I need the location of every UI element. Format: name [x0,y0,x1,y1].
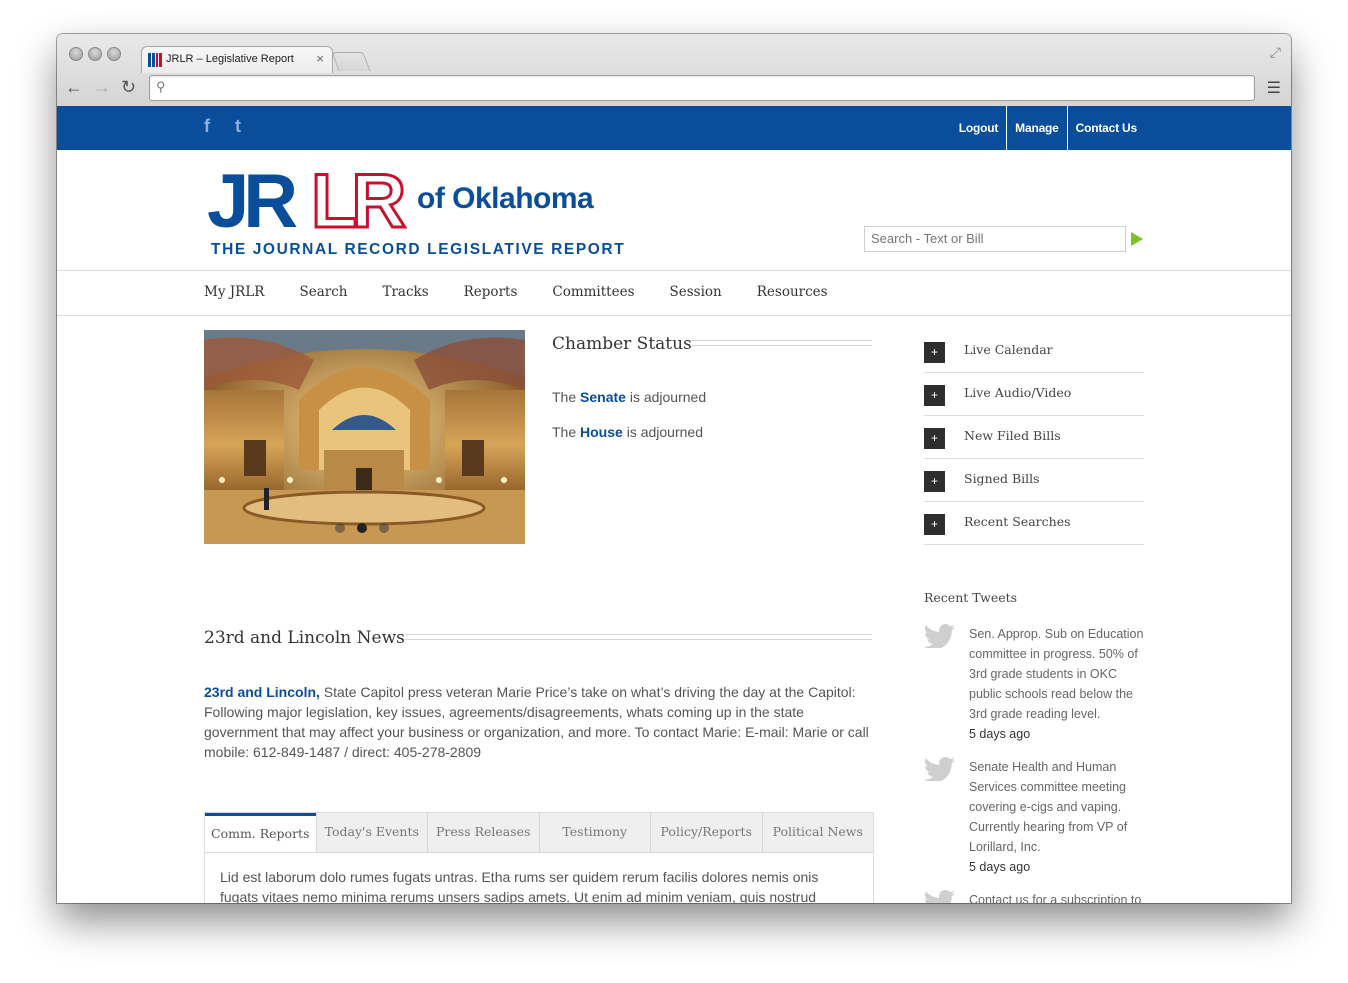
title-rule [690,340,872,346]
tab-row: Comm. Reports Today's Events Press Relea… [205,813,873,853]
sidebar-item-live-audio-video[interactable]: + Live Audio/Video [924,373,1144,416]
nav-tracks[interactable]: Tracks [382,271,428,313]
tab-close-icon[interactable]: × [316,51,324,66]
sidebar-item-label: Live Audio/Video [964,385,1072,400]
zoom-window-button[interactable] [107,47,121,61]
contact-us-link[interactable]: Contact Us [1066,106,1145,150]
site-search [864,226,1126,252]
top-bar: f t Logout Manage Contact Us [57,106,1291,150]
search-input[interactable] [865,227,1117,249]
tab-todays-events[interactable]: Today's Events [315,813,428,852]
slider-dot[interactable] [335,523,345,533]
nav-session[interactable]: Session [670,271,722,313]
page-viewport: f t Logout Manage Contact Us JR LR of Ok… [57,106,1291,903]
house-link[interactable]: House [580,424,623,440]
browser-window: JRLR – Legislative Report × ⤢ ← → ↻ ⚲ ☰ … [57,34,1291,903]
tweet-time[interactable]: 5 days ago [969,860,1030,874]
logo-state: of Oklahoma [417,182,594,215]
manage-link[interactable]: Manage [1006,106,1066,150]
plus-icon[interactable]: + [924,428,945,449]
nav-resources[interactable]: Resources [757,271,828,313]
account-nav: Logout Manage Contact Us [951,106,1145,150]
chamber-status-title: Chamber Status [552,334,692,354]
tab-comm-reports[interactable]: Comm. Reports [205,813,316,852]
slider-dot[interactable] [379,523,389,533]
house-status: The House is adjourned [552,424,703,440]
senate-status: The Senate is adjourned [552,389,707,405]
logo-tagline: THE JOURNAL RECORD LEGISLATIVE REPORT [211,241,626,258]
minimize-window-button[interactable] [88,47,102,61]
news-title: 23rd and Lincoln News [204,628,405,648]
tweet-text: Sen. Approp. Sub on Education committee … [969,627,1144,721]
menu-icon[interactable]: ☰ [1267,78,1281,98]
search-icon: ⚲ [156,79,166,94]
plus-icon[interactable]: + [924,471,945,492]
plus-icon[interactable]: + [924,342,945,363]
sidebar-list: + Live Calendar + Live Audio/Video + New… [924,330,1144,545]
nav-my-jrlr[interactable]: My JRLR [204,271,264,313]
sidebar-item-label: Signed Bills [964,471,1040,486]
plus-icon[interactable]: + [924,514,945,535]
address-bar[interactable]: ⚲ [149,75,1255,101]
tweet-text: Senate Health and Human Services committ… [969,760,1128,854]
sidebar-item-live-calendar[interactable]: + Live Calendar [924,330,1144,373]
title-rule [405,634,872,640]
sidebar-item-recent-searches[interactable]: + Recent Searches [924,502,1144,545]
image-slider [204,330,525,544]
close-window-button[interactable] [69,47,83,61]
browser-chrome: JRLR – Legislative Report × ⤢ ← → ↻ ⚲ ☰ [57,34,1291,107]
senate-link[interactable]: Senate [580,389,626,405]
twitter-bird-icon [924,757,955,781]
tab-press-releases[interactable]: Press Releases [427,813,539,852]
recent-tweets-title: Recent Tweets [924,590,1018,605]
sidebar-item-label: Recent Searches [964,514,1071,529]
logo-lr: LR [309,159,407,244]
nav-reports[interactable]: Reports [464,271,518,313]
logo-jr: JR [207,159,298,244]
news-body: 23rd and Lincoln, State Capitol press ve… [204,684,869,760]
logout-link[interactable]: Logout [951,106,1006,150]
facebook-icon[interactable]: f [204,116,210,137]
tab-political-news[interactable]: Political News [761,813,874,852]
site-logo[interactable]: JR LR of Oklahoma THE JOURNAL RECORD LEG… [207,159,624,260]
twitter-bird-icon [925,890,955,903]
twitter-icon[interactable]: t [235,116,241,137]
back-icon[interactable]: ← [65,77,83,98]
tab-testimony[interactable]: Testimony [538,813,651,852]
tweet-text: Contact us for a subscription to [969,893,1142,903]
fullscreen-icon[interactable]: ⤢ [1270,44,1281,61]
tab-panel: Comm. Reports Today's Events Press Relea… [204,812,874,903]
twitter-bird-icon [924,624,955,648]
main-nav: My JRLR Search Tracks Reports Committees… [57,270,1291,316]
news-lead-link[interactable]: 23rd and Lincoln, [204,684,320,700]
sidebar-item-label: New Filed Bills [964,428,1061,443]
browser-tab[interactable]: JRLR – Legislative Report × [141,46,333,73]
nav-search[interactable]: Search [299,271,347,313]
favicon-icon [148,53,162,67]
reload-icon[interactable]: ↻ [121,77,136,98]
tab-policy-reports[interactable]: Policy/Reports [650,813,762,852]
forward-icon[interactable]: → [93,77,111,98]
nav-committees[interactable]: Committees [552,271,634,313]
plus-icon[interactable]: + [924,385,945,406]
sidebar-item-label: Live Calendar [964,342,1053,357]
slider-dot-active[interactable] [357,523,367,533]
slider-dots [335,523,389,533]
tab-content: Lid est laborum dolo rumes fugats untras… [220,869,819,903]
sidebar-item-new-filed-bills[interactable]: + New Filed Bills [924,416,1144,459]
sidebar-item-signed-bills[interactable]: + Signed Bills [924,459,1144,502]
capitol-rotunda-image [204,330,525,544]
tweet-time[interactable]: 5 days ago [969,727,1030,741]
search-submit-icon[interactable] [1131,232,1143,246]
tab-title: JRLR – Legislative Report [166,53,294,65]
new-tab-button[interactable] [331,52,371,71]
